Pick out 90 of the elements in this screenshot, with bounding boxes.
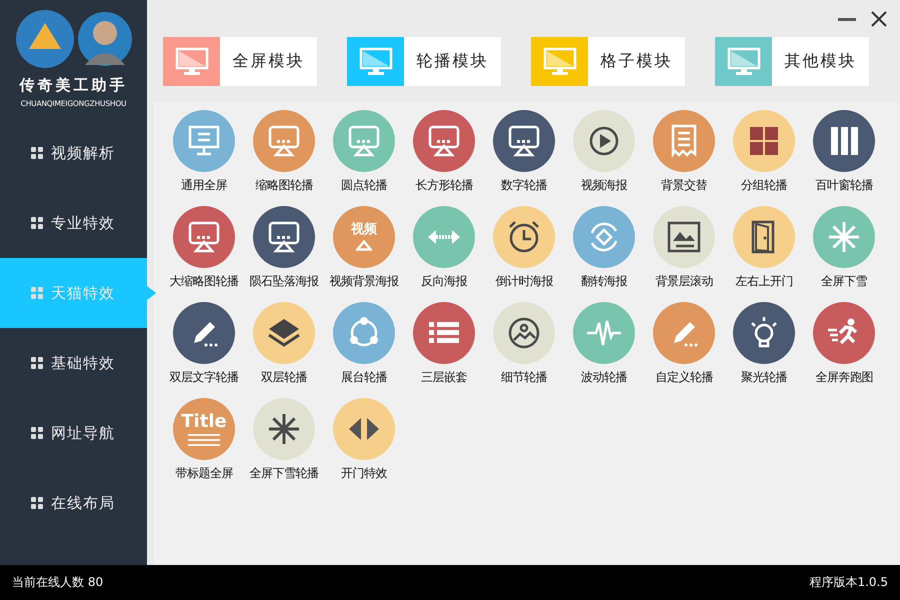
online-count: 当前在线人数 80 bbox=[12, 574, 104, 591]
tile-label: 翻转海报 bbox=[581, 273, 627, 290]
tile-label: 长方形轮播 bbox=[415, 177, 473, 194]
grid-icon bbox=[31, 427, 43, 439]
tile-label: 聚光轮播 bbox=[741, 369, 787, 386]
effect-tile[interactable]: 全屏奔跑图 bbox=[804, 302, 884, 398]
sidebar-item[interactable]: 在线布局 bbox=[0, 468, 147, 538]
effect-tile[interactable]: 三层嵌套 bbox=[404, 302, 484, 398]
tile-label: 通用全屏 bbox=[181, 177, 227, 194]
icon-caption: 视频 bbox=[351, 223, 377, 238]
effect-tile[interactable]: 展台轮播 bbox=[324, 302, 404, 398]
effect-tile[interactable]: 圆点轮播 bbox=[324, 110, 404, 206]
module-tab[interactable]: 轮播模块 bbox=[347, 37, 501, 86]
effect-tile[interactable]: 分组轮播 bbox=[724, 110, 804, 206]
effect-tile[interactable]: 倒计时海报 bbox=[484, 206, 564, 302]
grid-icon bbox=[31, 497, 43, 509]
module-tab[interactable]: 格子模块 bbox=[531, 37, 685, 86]
minimize-icon bbox=[838, 18, 856, 20]
app-title: 传奇美工助手 bbox=[20, 76, 128, 95]
tile-label: 展台轮播 bbox=[341, 369, 387, 386]
effect-tile[interactable]: 数字轮播 bbox=[484, 110, 564, 206]
tile-label: 自定义轮播 bbox=[655, 369, 713, 386]
tile-label: 全屏奔跑图 bbox=[815, 369, 873, 386]
grid-icon bbox=[31, 147, 43, 159]
effect-tile[interactable]: 双层轮播 bbox=[244, 302, 324, 398]
grid-icon bbox=[31, 357, 43, 369]
lines-icon bbox=[188, 434, 220, 446]
tile-label: 圆点轮播 bbox=[341, 177, 387, 194]
tile-label: 分组轮播 bbox=[741, 177, 787, 194]
tile-label: 视频海报 bbox=[581, 177, 627, 194]
effect-tile[interactable]: 全屏下雪 bbox=[804, 206, 884, 302]
effect-tile[interactable]: 开门特效 bbox=[324, 398, 404, 494]
tile-label: 背景层滚动 bbox=[655, 273, 713, 290]
sidebar-item[interactable]: 网址导航 bbox=[0, 398, 147, 468]
tile-label: 反向海报 bbox=[421, 273, 467, 290]
triangle-icon bbox=[356, 240, 372, 251]
sidebar-item[interactable]: 视频解析 bbox=[0, 118, 147, 188]
effect-tile[interactable]: 大缩略图轮播 bbox=[164, 206, 244, 302]
tile-label: 数字轮播 bbox=[501, 177, 547, 194]
tile-label: 双层轮播 bbox=[261, 369, 307, 386]
effect-tile[interactable]: 长方形轮播 bbox=[404, 110, 484, 206]
grid-icon bbox=[31, 217, 43, 229]
logo-icon bbox=[14, 9, 74, 69]
monitor-icon bbox=[542, 46, 576, 76]
avatar-icon bbox=[76, 9, 132, 69]
effect-tile[interactable]: 翻转海报 bbox=[564, 206, 644, 302]
effect-tile[interactable]: 左右上开门 bbox=[724, 206, 804, 302]
module-tab[interactable]: 全屏模块 bbox=[163, 37, 317, 86]
effect-tile[interactable]: 全屏下雪轮播 bbox=[244, 398, 324, 494]
effect-tile[interactable]: 背景交替 bbox=[644, 110, 724, 206]
grid-icon bbox=[31, 287, 43, 299]
tile-label: 全屏下雪轮播 bbox=[250, 465, 318, 482]
tile-label: 双层文字轮播 bbox=[170, 369, 238, 386]
tile-label: 百叶窗轮播 bbox=[815, 177, 873, 194]
close-icon bbox=[871, 11, 887, 27]
effect-tile[interactable]: 视频海报 bbox=[564, 110, 644, 206]
effect-tile[interactable]: Title 带标题全屏 bbox=[164, 398, 244, 494]
tile-label: 开门特效 bbox=[341, 465, 387, 482]
effect-tile[interactable]: 陨石坠落海报 bbox=[244, 206, 324, 302]
tile-label: 带标题全屏 bbox=[175, 465, 233, 482]
icon-caption: Title bbox=[181, 412, 227, 432]
effect-tile[interactable]: 双层文字轮播 bbox=[164, 302, 244, 398]
tile-label: 左右上开门 bbox=[735, 273, 793, 290]
tile-label: 全屏下雪 bbox=[821, 273, 867, 290]
effect-tile[interactable]: 视频 视频背景海报 bbox=[324, 206, 404, 302]
effect-tile[interactable]: 聚光轮播 bbox=[724, 302, 804, 398]
effect-tile[interactable]: 通用全屏 bbox=[164, 110, 244, 206]
module-tab[interactable]: 其他模块 bbox=[715, 37, 869, 86]
tile-label: 视频背景海报 bbox=[330, 273, 398, 290]
effect-tile[interactable]: 百叶窗轮播 bbox=[804, 110, 884, 206]
sidebar-item[interactable]: 专业特效 bbox=[0, 188, 147, 258]
effect-tile[interactable]: 波动轮播 bbox=[564, 302, 644, 398]
sidebar-item[interactable]: 基础特效 bbox=[0, 328, 147, 398]
effect-tile[interactable]: 细节轮播 bbox=[484, 302, 564, 398]
effect-tile[interactable]: 反向海报 bbox=[404, 206, 484, 302]
tile-label: 细节轮播 bbox=[501, 369, 547, 386]
effect-tile[interactable]: 缩略图轮播 bbox=[244, 110, 324, 206]
version-text: 程序版本1.0.5 bbox=[809, 574, 888, 591]
tile-label: 倒计时海报 bbox=[495, 273, 553, 290]
tile-label: 三层嵌套 bbox=[421, 369, 467, 386]
tile-label: 陨石坠落海报 bbox=[250, 273, 318, 290]
monitor-icon bbox=[358, 46, 392, 76]
tile-label: 大缩略图轮播 bbox=[170, 273, 238, 290]
monitor-icon bbox=[726, 46, 760, 76]
effect-tile[interactable]: 背景层滚动 bbox=[644, 206, 724, 302]
tile-label: 波动轮播 bbox=[581, 369, 627, 386]
effect-tile[interactable]: 自定义轮播 bbox=[644, 302, 724, 398]
monitor-icon bbox=[174, 46, 208, 76]
tile-label: 缩略图轮播 bbox=[255, 177, 313, 194]
tile-label: 背景交替 bbox=[661, 177, 707, 194]
